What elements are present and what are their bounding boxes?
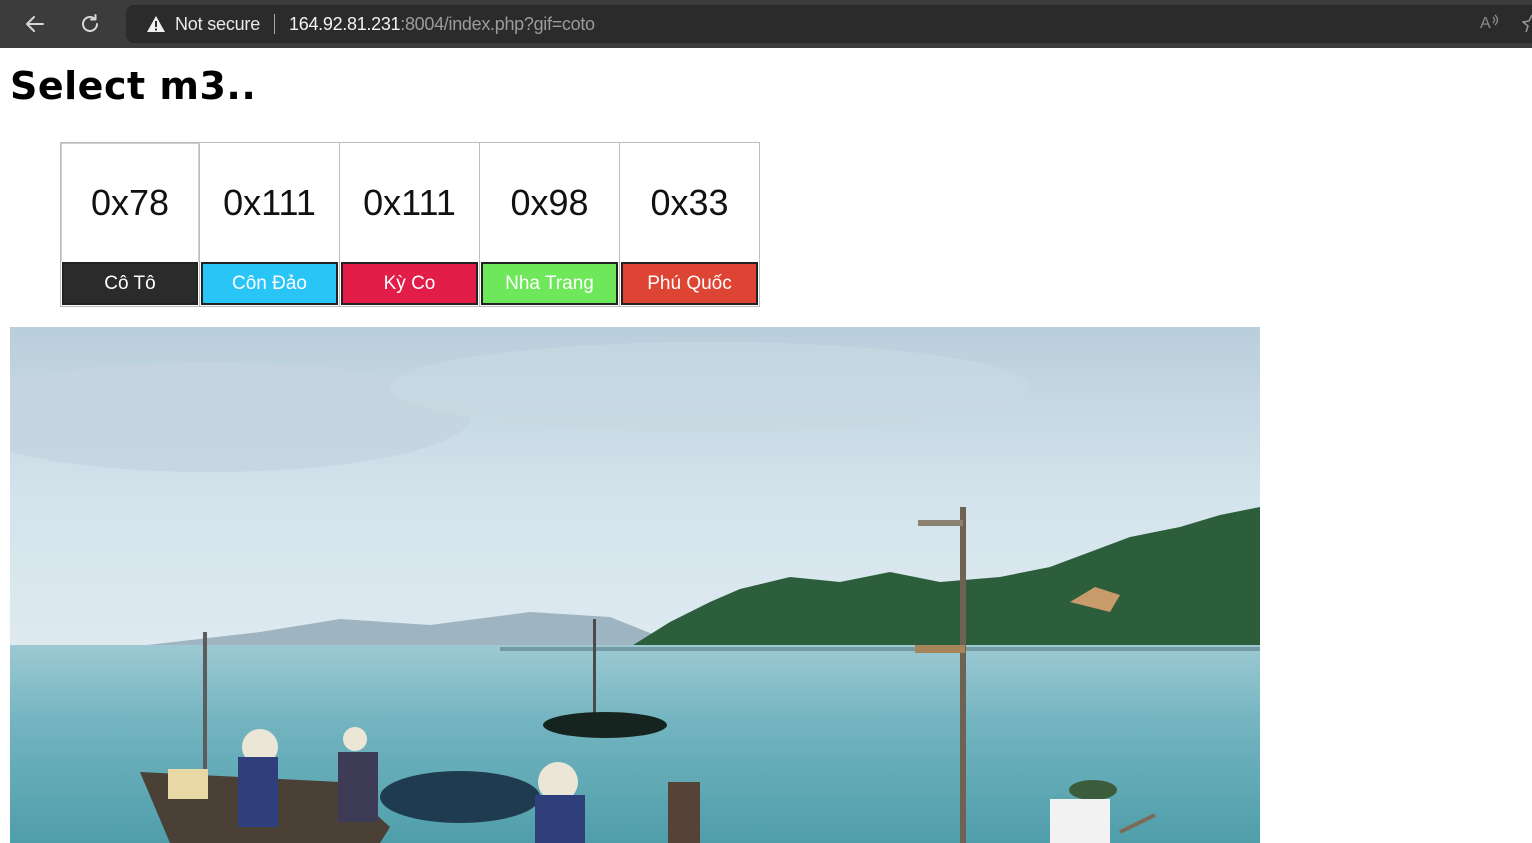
reload-icon [82, 14, 98, 32]
location-selector: 0x78 Cô Tô 0x111 Côn Đảo 0x111 Kỳ Co 0x9… [60, 142, 760, 307]
card-label-phuquoc[interactable]: Phú Quốc [621, 262, 758, 305]
card-label-kyco[interactable]: Kỳ Co [341, 262, 478, 305]
card-value: 0x98 [510, 181, 589, 223]
card-value: 0x111 [223, 181, 316, 223]
page-title: Select m3.. [10, 64, 257, 108]
card-coto[interactable]: 0x78 Cô Tô [60, 142, 200, 307]
reload-button[interactable] [74, 8, 106, 40]
star-icon[interactable] [1521, 13, 1532, 38]
beach-boats-image [10, 327, 1260, 843]
url-host[interactable]: 164.92.81.231 [289, 14, 401, 35]
warning-triangle-icon[interactable] [146, 15, 166, 33]
card-value: 0x33 [650, 181, 729, 223]
address-bar[interactable]: Not secure 164.92.81.231 :8004/index.php… [126, 5, 1532, 43]
card-label-nhatrang[interactable]: Nha Trang [481, 262, 618, 305]
back-button[interactable] [19, 8, 51, 40]
svg-text:A: A [1480, 15, 1491, 32]
card-label-coto[interactable]: Cô Tô [62, 262, 198, 305]
card-nhatrang[interactable]: 0x98 Nha Trang [480, 142, 620, 307]
card-kyco[interactable]: 0x111 Kỳ Co [340, 142, 480, 307]
read-aloud-icon[interactable]: A [1480, 12, 1502, 37]
card-value: 0x78 [61, 143, 199, 263]
browser-toolbar: Not secure 164.92.81.231 :8004/index.php… [0, 0, 1532, 48]
back-arrow-icon [26, 16, 44, 32]
card-value: 0x111 [363, 181, 456, 223]
card-phuquoc[interactable]: 0x33 Phú Quốc [620, 142, 760, 307]
location-photo [10, 327, 1260, 843]
address-separator [274, 14, 276, 34]
url-path[interactable]: :8004/index.php?gif=coto [400, 14, 595, 35]
card-label-condao[interactable]: Côn Đảo [201, 262, 338, 305]
security-status[interactable]: Not secure [175, 14, 260, 35]
card-condao[interactable]: 0x111 Côn Đảo [200, 142, 340, 307]
